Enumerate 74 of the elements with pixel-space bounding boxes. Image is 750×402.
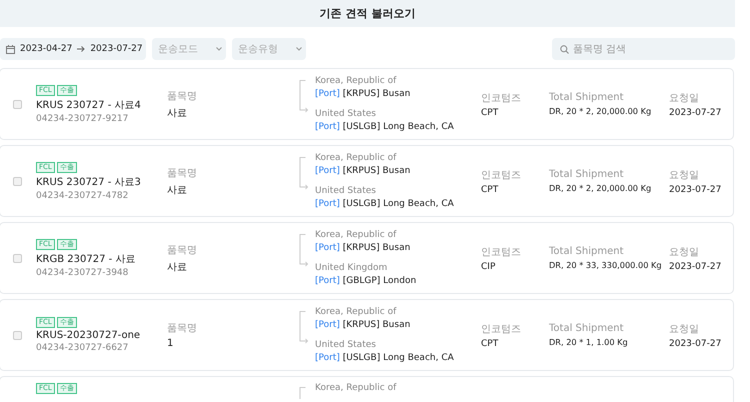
- field-label: 인코텀즈: [481, 168, 522, 182]
- destination-port: [Port] [USLGB] Long Beach, CA: [315, 199, 454, 209]
- calendar-icon: [6, 44, 15, 54]
- dialog-title: 기존 견적 불러오기: [320, 6, 416, 21]
- field-value: DR, 20 * 1, 1.00 Kg: [549, 337, 629, 347]
- field-label: 인코텀즈: [481, 322, 522, 336]
- checkbox[interactable]: [13, 176, 22, 186]
- field-label: 인코텀즈: [481, 246, 522, 258]
- origin-port: [Port] [KRPUS] Busan: [315, 320, 412, 330]
- destination-country: United Kingdom: [315, 263, 388, 273]
- field-label: 품목명: [167, 244, 198, 256]
- quote-name: KRUS 230727 - 사료4: [36, 98, 142, 112]
- field-label: 품목명: [167, 166, 198, 180]
- origin-country: Korea, Republic of: [315, 153, 398, 163]
- checkbox[interactable]: [13, 330, 22, 340]
- start-date: 2023-04-27: [20, 44, 72, 54]
- quote-name: KRUS-20230727-one: [36, 330, 142, 341]
- destination-country: United States: [315, 186, 377, 196]
- arrow-icon: [77, 46, 86, 52]
- field-value: 사료: [167, 106, 188, 120]
- route-connector-icon: [299, 80, 309, 113]
- field-value: 1: [167, 338, 174, 349]
- field-value: 사료: [167, 184, 188, 196]
- chevron-down-icon: [216, 47, 222, 51]
- route-connector-icon: [299, 311, 309, 344]
- field-value: CPT: [481, 108, 500, 118]
- destination-port: [Port] [USLGB] Long Beach, CA: [315, 122, 454, 132]
- route-connector-icon: [299, 157, 309, 190]
- origin-port: [Port] [KRPUS] Busan: [315, 89, 412, 99]
- origin-country: Korea, Republic of: [315, 76, 398, 86]
- field-label: 요청일: [669, 168, 700, 182]
- end-date: 2023-07-27: [90, 44, 143, 54]
- checkbox[interactable]: [13, 100, 22, 108]
- field-label: Total Shipment: [549, 169, 624, 180]
- origin-country: Korea, Republic of: [315, 307, 398, 317]
- destination-country: United States: [315, 340, 377, 350]
- field-label: 품목명: [167, 322, 198, 335]
- field-value: DR, 20 * 2, 20,000.00 Kg: [549, 183, 652, 193]
- field-label: Total Shipment: [549, 246, 624, 257]
- destination-country: United States: [315, 109, 377, 119]
- field-label: 인코텀즈: [481, 92, 522, 104]
- quote-number: 04234-230727-9217: [36, 114, 130, 124]
- field-value: CPT: [481, 338, 500, 348]
- field-value: CPT: [481, 184, 500, 194]
- field-label: 요청일: [669, 246, 700, 258]
- search-icon: [560, 44, 569, 54]
- origin-port: [Port] [KRPUS] Busan: [315, 243, 412, 253]
- field-value: 2023-07-27: [669, 184, 722, 194]
- field-value: 2023-07-27: [669, 338, 722, 348]
- origin-country: Korea, Republic of: [315, 383, 396, 393]
- field-label: 품목명: [167, 90, 198, 102]
- field-label: 요청일: [669, 322, 700, 336]
- destination-port: [Port] [USLGB] Long Beach, CA: [315, 353, 454, 363]
- field-value: 2023-07-27: [669, 262, 722, 272]
- field-label: Total Shipment: [549, 323, 624, 334]
- field-value: DR, 20 * 33, 330,000.00 Kg: [549, 260, 663, 270]
- field-value: 2023-07-27: [669, 108, 722, 118]
- field-label: Total Shipment: [549, 92, 624, 103]
- field-value: CIP: [481, 262, 496, 272]
- checkbox[interactable]: [13, 254, 22, 262]
- field-label: 요청일: [669, 92, 700, 104]
- quote-number: 04234-230727-4782: [36, 190, 130, 200]
- origin-port: [Port] [KRPUS] Busan: [315, 166, 412, 176]
- route-connector-icon: [299, 234, 309, 267]
- quote-name: KRGB 230727 - 사료: [36, 252, 136, 266]
- field-value: DR, 20 * 2, 20,000.00 Kg: [549, 106, 652, 116]
- field-value: 사료: [167, 260, 188, 274]
- origin-country: Korea, Republic of: [315, 230, 398, 240]
- destination-port: [Port] [GBLGP] London: [315, 276, 416, 286]
- quote-number: 04234-230727-6627: [36, 343, 130, 353]
- quote-name: KRUS 230727 - 사료3: [36, 176, 142, 188]
- date-range-field[interactable]: 2023-04-27 2023-07-27: [0, 38, 146, 60]
- chevron-down-icon: [296, 47, 302, 51]
- quote-number: 04234-230727-3948: [36, 268, 130, 278]
